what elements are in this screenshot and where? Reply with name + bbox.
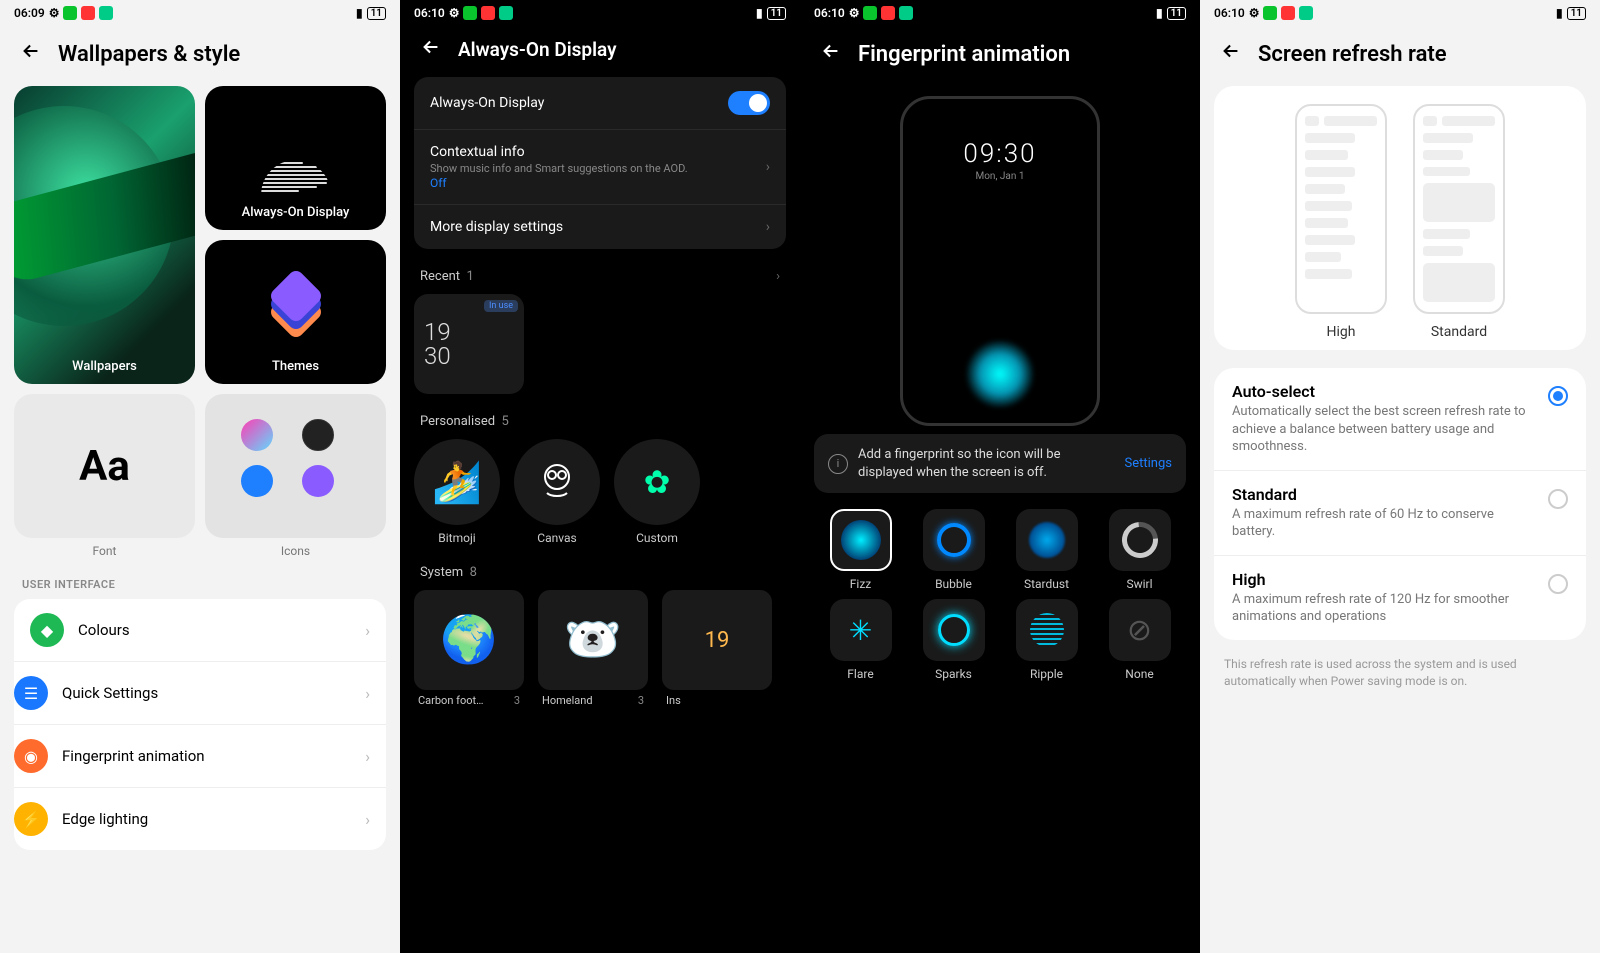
item-quick-settings[interactable]: ☰ Quick Settings › — [14, 661, 386, 724]
info-banner: i Add a fingerprint so the icon will be … — [814, 434, 1186, 493]
back-icon[interactable] — [420, 36, 442, 63]
option-standard[interactable]: Standard A maximum refresh rate of 60 Hz… — [1214, 470, 1586, 555]
system-tile-homeland[interactable]: 🐻‍❄️ — [538, 590, 648, 690]
item-custom[interactable]: ✿ Custom — [614, 439, 700, 545]
page-header: Always-On Display — [400, 26, 800, 77]
anim-bubble[interactable]: Bubble — [907, 509, 1000, 591]
status-bar: 06:09 ⚙ ▮11 — [0, 0, 400, 26]
system-tile-carbon[interactable]: 🌍 — [414, 590, 524, 690]
back-icon[interactable] — [20, 40, 42, 68]
tab-high[interactable]: High — [1327, 324, 1356, 340]
anim-fizz[interactable]: Fizz — [814, 509, 907, 591]
screen-wallpapers-style: 06:09 ⚙ ▮11 Wallpapers & style Wallpaper… — [0, 0, 400, 953]
tile-themes[interactable]: Themes — [205, 240, 386, 384]
preview-date: Mon, Jan 1 — [976, 171, 1025, 182]
anim-swirl[interactable]: Swirl — [1093, 509, 1186, 591]
screen-always-on-display: 06:10 ⚙ ▮11 Always-On Display Always-On … — [400, 0, 800, 953]
tile-font[interactable]: Aa — [14, 394, 195, 538]
page-title: Always-On Display — [458, 38, 617, 61]
page-title: Screen refresh rate — [1258, 42, 1447, 67]
chevron-right-icon: › — [365, 747, 370, 766]
page-title: Wallpapers & style — [58, 42, 240, 67]
info-icon: i — [828, 454, 848, 474]
tile-label: Font — [14, 544, 195, 558]
tab-standard[interactable]: Standard — [1431, 324, 1487, 340]
chevron-right-icon: › — [766, 219, 770, 235]
option-high[interactable]: High A maximum refresh rate of 120 Hz fo… — [1214, 555, 1586, 640]
screen-fingerprint-animation: 06:10 ⚙ ▮11 Fingerprint animation 09:30 … — [800, 0, 1200, 953]
item-colours[interactable]: ◆ Colours › — [14, 599, 386, 661]
user-interface-list: ◆ Colours › ☰ Quick Settings › ◉ Fingerp… — [14, 599, 386, 850]
badge-in-use: In use — [484, 300, 518, 312]
row-aod-toggle[interactable]: Always-On Display — [414, 77, 786, 129]
section-heading: USER INTERFACE — [0, 558, 400, 599]
anim-sparks[interactable]: Sparks — [907, 599, 1000, 681]
row-more-display-settings[interactable]: More display settings › — [414, 204, 786, 249]
tile-wallpapers[interactable]: Wallpapers — [14, 86, 195, 384]
settings-link[interactable]: Settings — [1125, 456, 1172, 471]
item-edge-lighting[interactable]: ⚡ Edge lighting › — [14, 787, 386, 850]
status-bar: 06:10 ⚙ ▮11 — [400, 0, 800, 26]
chevron-right-icon: › — [365, 684, 370, 703]
section-personalised: Personalised 5 — [400, 394, 800, 439]
rate-options-list: Auto-select Automatically select the bes… — [1214, 368, 1586, 640]
tile-label: Icons — [205, 544, 386, 558]
tile-label: Wallpapers — [14, 359, 195, 374]
page-title: Fingerprint animation — [858, 42, 1070, 67]
palette-icon: ◆ — [30, 613, 64, 647]
footnote: This refresh rate is used across the sys… — [1200, 640, 1600, 706]
chevron-right-icon: › — [776, 269, 780, 284]
rate-preview-card: High Standard — [1214, 86, 1586, 350]
battery-level: 11 — [367, 7, 386, 20]
back-icon[interactable] — [820, 40, 842, 68]
aod-recent-tile[interactable]: In use 19 30 — [414, 294, 524, 394]
radio-unselected[interactable] — [1548, 574, 1568, 594]
radio-selected[interactable] — [1548, 386, 1568, 406]
anim-flare[interactable]: ✳Flare — [814, 599, 907, 681]
anim-none[interactable]: ⊘None — [1093, 599, 1186, 681]
page-header: Fingerprint animation — [800, 26, 1200, 86]
radio-unselected[interactable] — [1548, 489, 1568, 509]
phone-preview: 09:30 Mon, Jan 1 — [900, 96, 1100, 426]
item-bitmoji[interactable]: 🏄 Bitmoji — [414, 439, 500, 545]
chevron-right-icon: › — [365, 810, 370, 829]
anim-stardust[interactable]: Stardust — [1000, 509, 1093, 591]
chevron-right-icon: › — [365, 621, 370, 640]
preview-phone-high — [1295, 104, 1387, 314]
section-recent[interactable]: Recent 1 › — [400, 249, 800, 294]
font-icon: Aa — [79, 442, 130, 491]
tile-label: Always-On Display — [205, 205, 386, 220]
grid-icon: ☰ — [14, 676, 48, 710]
lightning-icon: ⚡ — [14, 802, 48, 836]
toggle-on[interactable] — [728, 91, 770, 115]
tile-label: Themes — [205, 359, 386, 374]
fingerprint-icon: ◉ — [14, 739, 48, 773]
fingerprint-glow — [965, 339, 1035, 409]
page-header: Screen refresh rate — [1200, 26, 1600, 86]
status-time: 06:09 — [14, 6, 45, 20]
preview-phone-standard — [1413, 104, 1505, 314]
section-system: System 8 — [400, 545, 800, 590]
system-tile-next[interactable]: 19 — [662, 590, 772, 690]
tile-icons[interactable] — [205, 394, 386, 538]
back-icon[interactable] — [1220, 40, 1242, 68]
item-canvas[interactable]: Canvas — [514, 439, 600, 545]
status-bar: 06:10 ⚙ ▮11 — [1200, 0, 1600, 26]
anim-ripple[interactable]: Ripple — [1000, 599, 1093, 681]
item-fingerprint-animation[interactable]: ◉ Fingerprint animation › — [14, 724, 386, 787]
screen-refresh-rate: 06:10 ⚙ ▮11 Screen refresh rate High — [1200, 0, 1600, 953]
status-bar: 06:10 ⚙ ▮11 — [800, 0, 1200, 26]
chevron-right-icon: › — [766, 159, 770, 175]
option-auto-select[interactable]: Auto-select Automatically select the bes… — [1214, 368, 1586, 470]
preview-time: 09:30 — [963, 139, 1036, 169]
row-contextual-info[interactable]: Contextual info Show music info and Smar… — [414, 129, 786, 204]
page-header: Wallpapers & style — [0, 26, 400, 86]
tile-aod[interactable]: Always-On Display — [205, 86, 386, 230]
